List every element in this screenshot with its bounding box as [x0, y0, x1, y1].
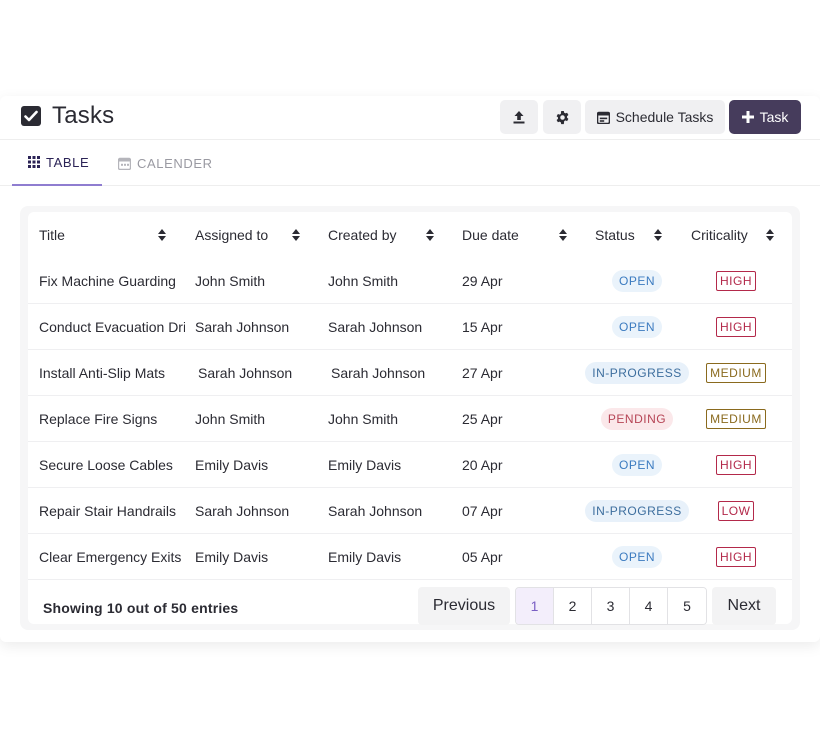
sort-arrows-icon[interactable] — [426, 229, 434, 241]
table-row: Clear Emergency Exits Emily Davis Emily … — [28, 534, 792, 580]
page-button-4[interactable]: 4 — [630, 588, 668, 624]
task-title-link[interactable]: Fix Machine Guarding — [39, 273, 176, 289]
tab-table[interactable]: TABLE — [12, 140, 102, 186]
table-row: Install Anti-Slip Mats Sarah Johnson Sar… — [28, 350, 792, 396]
upload-button[interactable] — [500, 100, 538, 134]
next-page-button[interactable]: Next — [712, 587, 776, 625]
created-by-cell: Sarah Johnson — [328, 319, 423, 335]
tab-calender-label: CALENDER — [137, 155, 213, 171]
pagination: 1 2 3 4 5 — [515, 587, 707, 625]
assigned-to-cell: John Smith — [195, 411, 266, 427]
plus-icon — [741, 111, 754, 123]
column-header-criticality[interactable]: Criticality — [691, 212, 771, 258]
tab-table-label: TABLE — [46, 154, 90, 170]
add-task-label: Task — [759, 109, 789, 125]
settings-button[interactable] — [543, 100, 581, 134]
criticality-badge: MEDIUM — [706, 409, 766, 429]
assigned-to-cell: Sarah Johnson — [195, 503, 290, 519]
assigned-to-cell: Sarah Johnson — [198, 365, 293, 381]
sort-arrows-icon[interactable] — [292, 229, 300, 241]
created-by-cell: Sarah Johnson — [328, 503, 423, 519]
previous-page-button[interactable]: Previous — [418, 587, 510, 625]
criticality-badge: HIGH — [716, 317, 756, 337]
assigned-to-cell: John Smith — [195, 273, 266, 289]
due-date-cell: 27 Apr — [462, 365, 503, 381]
gear-icon — [556, 110, 568, 124]
due-date-cell: 25 Apr — [462, 411, 503, 427]
entries-summary: Showing 10 out of 50 entries — [43, 600, 239, 616]
table-row: Repair Stair Handrails Sarah Johnson Sar… — [28, 488, 792, 534]
column-header-due-date[interactable]: Due date — [462, 212, 572, 258]
schedule-tasks-button[interactable]: Schedule Tasks — [585, 100, 725, 134]
checkbox-checked-icon — [21, 106, 41, 126]
due-date-cell: 07 Apr — [462, 503, 503, 519]
page-title: Tasks — [52, 102, 115, 129]
created-by-cell: John Smith — [328, 411, 399, 427]
task-title-link[interactable]: Secure Loose Cables — [39, 457, 173, 473]
status-badge: PENDING — [600, 408, 674, 430]
criticality-badge: HIGH — [716, 547, 756, 567]
table-row: Secure Loose Cables Emily Davis Emily Da… — [28, 442, 792, 488]
sort-arrows-icon[interactable] — [766, 229, 774, 241]
column-header-status[interactable]: Status — [595, 212, 675, 258]
task-title-link[interactable]: Replace Fire Signs — [39, 411, 157, 427]
tasks-table: Title Assigned to Created by Due date St… — [28, 212, 792, 625]
table-row: Fix Machine Guarding John Smith John Smi… — [28, 258, 792, 304]
due-date-cell: 29 Apr — [462, 273, 503, 289]
status-badge: OPEN — [611, 316, 662, 338]
due-date-cell: 05 Apr — [462, 549, 503, 565]
view-tabs: TABLE CALENDER — [0, 140, 820, 186]
tasks-table-container: Title Assigned to Created by Due date St… — [20, 206, 800, 630]
tab-calender[interactable]: CALENDER — [118, 140, 213, 186]
criticality-badge: MEDIUM — [706, 363, 766, 383]
page-button-5[interactable]: 5 — [668, 588, 706, 624]
sort-arrows-icon[interactable] — [559, 229, 567, 241]
status-badge: IN-PROGRESS — [585, 500, 689, 522]
page-button-2[interactable]: 2 — [554, 588, 592, 624]
task-title-link[interactable]: Repair Stair Handrails — [39, 503, 176, 519]
criticality-badge: LOW — [717, 501, 755, 521]
assigned-to-cell: Sarah Johnson — [195, 319, 290, 335]
status-badge: OPEN — [611, 270, 662, 292]
created-by-cell: Emily Davis — [328, 549, 402, 565]
page-header: Tasks Schedule Tasks Task — [0, 96, 820, 140]
upload-icon — [513, 111, 525, 124]
table-header-row: Title Assigned to Created by Due date St… — [28, 212, 792, 258]
calendar-icon — [596, 111, 610, 124]
task-title-link[interactable]: Conduct Evacuation Drill — [39, 319, 185, 335]
table-row: Replace Fire Signs John Smith John Smith… — [28, 396, 792, 442]
assigned-to-cell: Emily Davis — [195, 549, 269, 565]
table-row: Conduct Evacuation Drill Sarah Johnson S… — [28, 304, 792, 350]
grid-icon — [28, 156, 40, 168]
add-task-button[interactable]: Task — [729, 100, 801, 134]
tasks-card: Tasks Schedule Tasks Task TABLE CALENDER… — [0, 96, 820, 642]
assigned-to-cell: Emily Davis — [195, 457, 269, 473]
status-badge: IN-PROGRESS — [585, 362, 689, 384]
sort-arrows-icon[interactable] — [158, 229, 166, 241]
calendar-icon — [118, 157, 131, 170]
created-by-cell: Emily Davis — [328, 457, 402, 473]
page-button-3[interactable]: 3 — [592, 588, 630, 624]
status-badge: OPEN — [611, 546, 662, 568]
due-date-cell: 15 Apr — [462, 319, 503, 335]
due-date-cell: 20 Apr — [462, 457, 503, 473]
status-badge: OPEN — [611, 454, 662, 476]
task-title-link[interactable]: Clear Emergency Exits — [39, 549, 181, 565]
created-by-cell: Sarah Johnson — [331, 365, 426, 381]
criticality-badge: HIGH — [716, 455, 756, 475]
column-header-created-by[interactable]: Created by — [328, 212, 453, 258]
criticality-badge: HIGH — [716, 271, 756, 291]
schedule-tasks-label: Schedule Tasks — [615, 109, 714, 125]
created-by-cell: John Smith — [328, 273, 399, 289]
task-title-link[interactable]: Install Anti-Slip Mats — [39, 365, 165, 381]
page-button-1[interactable]: 1 — [516, 588, 554, 624]
sort-arrows-icon[interactable] — [654, 229, 662, 241]
